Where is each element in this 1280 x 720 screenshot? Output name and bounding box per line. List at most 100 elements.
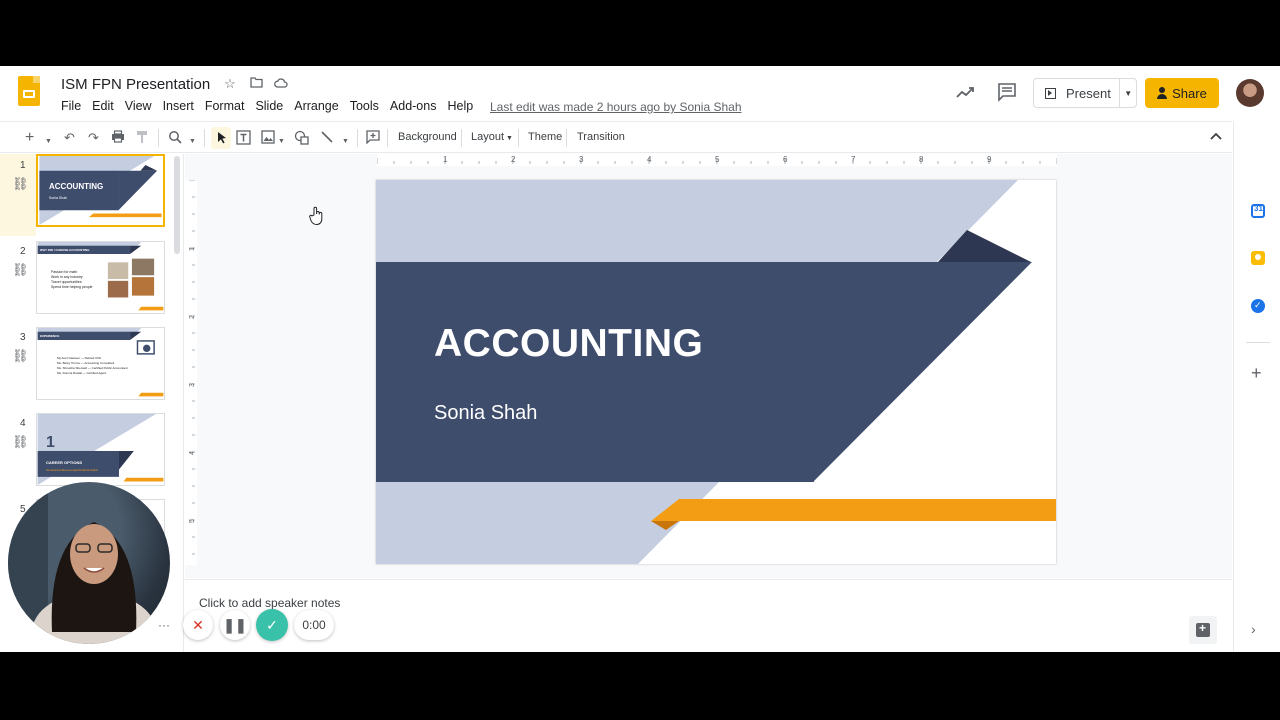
slide-canvas: 1 2 3 4 5 6 7 8 9 1 2 3 4 5 ACCOUNTING Sonia Shah	[185, 154, 1232, 578]
menu-edit[interactable]: Edit	[92, 99, 114, 113]
avatar[interactable]	[1236, 79, 1264, 107]
present-label: Present	[1066, 85, 1111, 101]
menu-view[interactable]: View	[125, 99, 152, 113]
menu-slide[interactable]: Slide	[255, 99, 283, 113]
link-icon[interactable]: ⛓	[12, 176, 29, 192]
star-icon[interactable]: ☆	[222, 76, 238, 92]
finish-recording-button[interactable]: ✓	[256, 609, 288, 641]
background-button[interactable]: Background	[398, 131, 457, 143]
ruler-label: 4	[647, 155, 652, 164]
horizontal-ruler[interactable]: 1 2 3 4 5 6 7 8 9	[377, 154, 1057, 166]
transition-button[interactable]: Transition	[577, 131, 625, 143]
cloud-saved-icon[interactable]	[273, 76, 289, 92]
theme-button[interactable]: Theme	[528, 131, 562, 143]
chevron-right-icon[interactable]: ›	[1251, 621, 1256, 637]
calendar-icon[interactable]: 31	[1251, 204, 1265, 218]
ruler-label: 6	[783, 155, 788, 164]
select-tool[interactable]	[211, 127, 231, 149]
webcam-preview	[8, 482, 170, 644]
navy-banner-shape	[376, 262, 814, 482]
new-slide-dropdown-icon[interactable]: ▼	[45, 134, 52, 150]
link-icon[interactable]: ⛓	[12, 434, 29, 450]
recording-timer: 0:00	[294, 610, 334, 640]
app-header: ISM FPN Presentation ☆ File Edit View In…	[0, 66, 1280, 120]
ruler-ticks: 1 2 3 4 5	[189, 180, 196, 555]
slide-subtitle[interactable]: Sonia Shah	[434, 402, 537, 425]
undo-icon[interactable]: ↶	[64, 130, 75, 146]
thumbnail-header: WHY DID I CHOOSE ACCOUNTING	[40, 248, 90, 252]
ruler-label: 5	[715, 155, 720, 164]
menu-add-ons[interactable]: Add-ons	[390, 99, 437, 113]
document-title[interactable]: ISM FPN Presentation	[61, 76, 210, 93]
layout-button[interactable]: Layout ▼	[471, 131, 513, 143]
slide-number: 4	[20, 418, 26, 429]
toolbar: + ▼ ↶ ↷ ▼ ▼ ▼ Background Layout ▼ Theme …	[0, 121, 1232, 153]
last-edit-link[interactable]: Last edit was made 2 hours ago by Sonia …	[490, 100, 742, 114]
new-slide-icon[interactable]: +	[25, 130, 34, 146]
ruler-label: 8	[919, 155, 924, 164]
image-icon[interactable]	[261, 130, 275, 148]
keep-icon[interactable]	[1251, 251, 1265, 265]
ruler-label: 1	[443, 155, 448, 164]
vertical-ruler[interactable]: 1 2 3 4 5	[185, 180, 197, 565]
slides-logo-icon[interactable]	[18, 76, 40, 106]
shape-icon[interactable]	[294, 130, 309, 149]
line-icon[interactable]	[320, 130, 334, 148]
get-add-ons-icon[interactable]: +	[1251, 364, 1262, 382]
explore-button[interactable]	[1189, 616, 1217, 644]
menu-arrange[interactable]: Arrange	[294, 99, 338, 113]
toolbar-separator	[566, 129, 567, 147]
menu-format[interactable]: Format	[205, 99, 245, 113]
menu-tools[interactable]: Tools	[350, 99, 379, 113]
ruler-label: 9	[987, 155, 992, 164]
menu-file[interactable]: File	[61, 99, 81, 113]
zoom-dropdown-icon[interactable]: ▼	[189, 134, 196, 150]
ruler-ticks: 1 2 3 4 5 6 7 8 9	[377, 155, 1057, 164]
selected-slide-highlight	[0, 154, 36, 236]
ruler-label: 4	[189, 451, 196, 455]
current-slide[interactable]: ACCOUNTING Sonia Shah	[376, 180, 1056, 564]
menu-bar: File Edit View Insert Format Slide Arran…	[61, 99, 484, 113]
redo-icon[interactable]: ↷	[88, 130, 99, 146]
ruler-label: 3	[579, 155, 584, 164]
link-icon[interactable]: ⛓	[12, 348, 29, 364]
text-box-icon[interactable]	[236, 130, 251, 149]
activity-trend-icon[interactable]	[954, 82, 976, 104]
pause-recording-button[interactable]: ❚❚	[220, 610, 250, 640]
tasks-icon[interactable]: ✓	[1251, 299, 1265, 313]
slide-title[interactable]: ACCOUNTING	[434, 322, 703, 366]
image-dropdown-icon[interactable]: ▼	[278, 134, 285, 150]
speaker-notes[interactable]: Click to add speaker notes	[185, 579, 1232, 652]
paint-format-icon[interactable]	[136, 130, 148, 148]
slide-thumbnail-4[interactable]: 1 CAREER OPTIONS Tax Examiner/Revenue Ag…	[36, 413, 165, 486]
bullet: Spend time helping people	[51, 285, 93, 289]
insert-comment-icon[interactable]	[366, 130, 380, 148]
slide-thumbnail-3[interactable]: EXPERIENCE My Aunt Nasreen — Retired CPA…	[36, 327, 165, 400]
navy-diagonal-shape	[813, 262, 1032, 482]
side-panel: 31 ✓ +	[1233, 121, 1280, 652]
more-options-icon[interactable]: ···	[158, 618, 170, 632]
present-icon	[1045, 87, 1056, 99]
zoom-icon[interactable]	[168, 130, 182, 148]
thumbnail-big-number: 1	[46, 434, 55, 451]
link-icon[interactable]: ⛓	[12, 262, 29, 278]
move-folder-icon[interactable]	[248, 76, 264, 92]
print-icon[interactable]	[111, 130, 125, 147]
menu-help[interactable]: Help	[447, 99, 473, 113]
menu-insert[interactable]: Insert	[163, 99, 194, 113]
present-button[interactable]: Present	[1034, 79, 1121, 107]
cancel-recording-button[interactable]: ✕	[183, 610, 213, 640]
share-button[interactable]: Share	[1145, 78, 1219, 108]
present-dropdown-icon[interactable]: ▼	[1120, 89, 1136, 98]
toolbar-separator	[387, 129, 388, 147]
slide-number: 3	[20, 332, 26, 343]
line-dropdown-icon[interactable]: ▼	[342, 134, 349, 150]
slide-thumbnail-2[interactable]: WHY DID I CHOOSE ACCOUNTING Passion for …	[36, 241, 165, 314]
person-icon	[1157, 87, 1168, 99]
collapse-toolbar-icon[interactable]	[1210, 129, 1222, 143]
slide-thumbnail-1[interactable]: ACCOUNTING Sonia Shah	[36, 154, 165, 227]
filmstrip-scrollbar[interactable]	[174, 156, 180, 254]
speaker-notes-placeholder[interactable]: Click to add speaker notes	[199, 596, 340, 610]
hand-cursor-icon	[309, 206, 325, 231]
comment-icon[interactable]	[996, 81, 1018, 103]
